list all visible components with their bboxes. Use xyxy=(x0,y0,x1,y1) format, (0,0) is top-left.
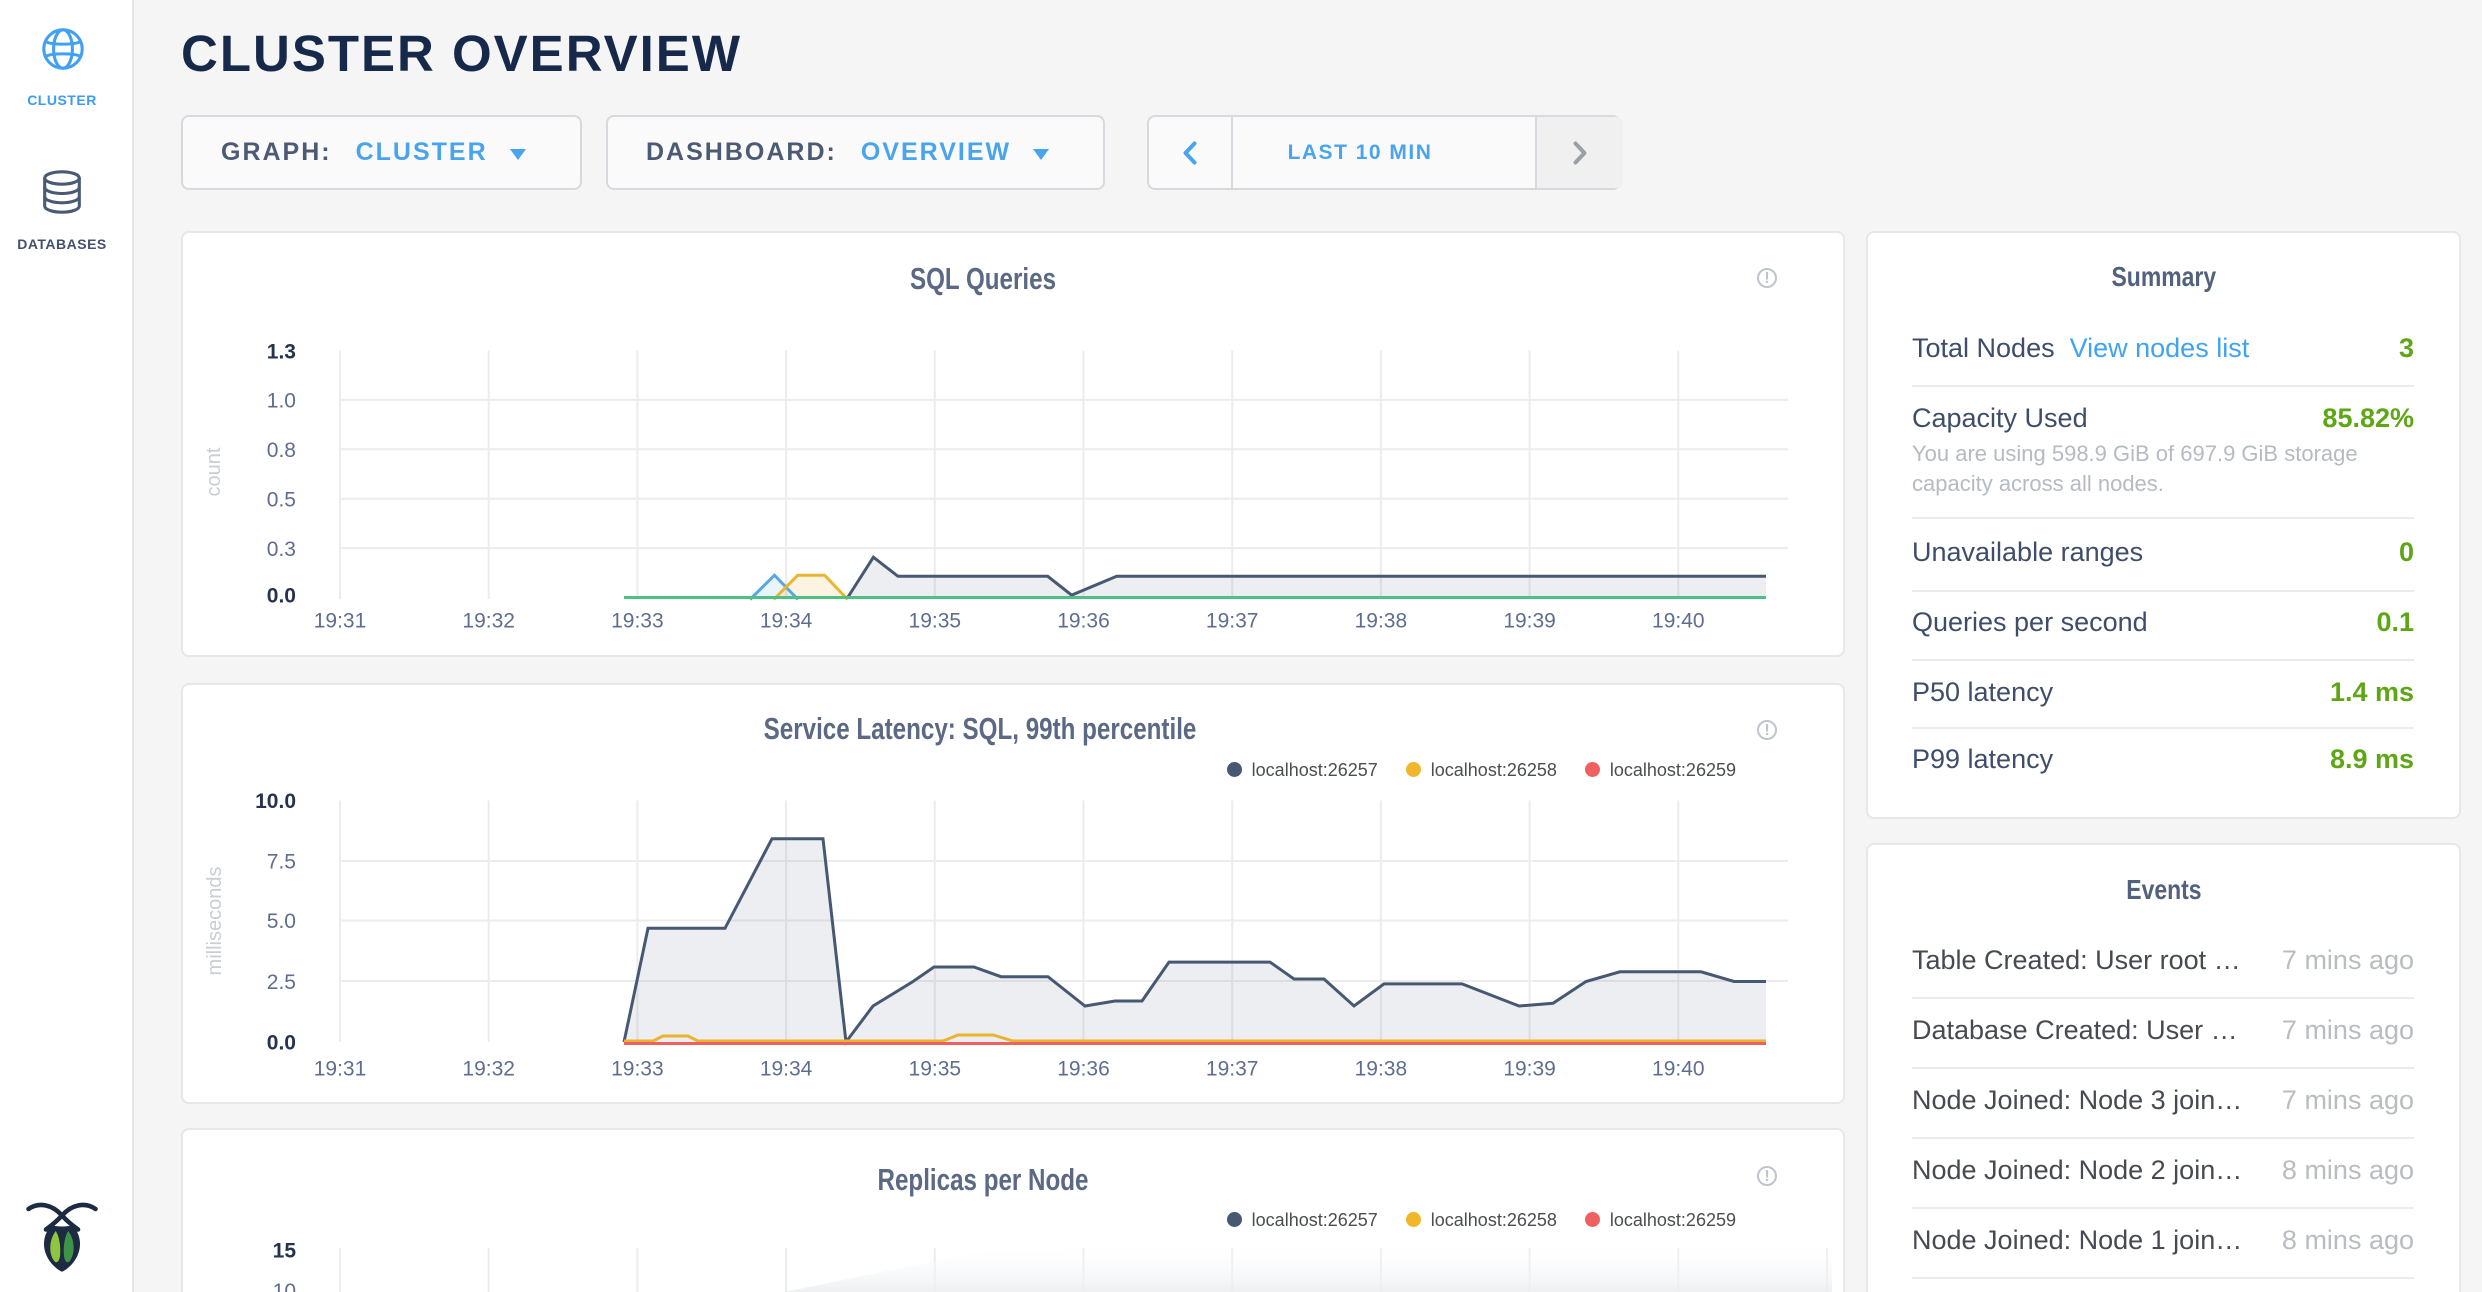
svg-text:19:32: 19:32 xyxy=(462,1058,515,1081)
svg-text:19:38: 19:38 xyxy=(1355,610,1408,633)
svg-text:0.0: 0.0 xyxy=(267,1032,296,1055)
svg-text:19:38: 19:38 xyxy=(1355,1058,1408,1081)
svg-text:19:36: 19:36 xyxy=(1057,1058,1110,1081)
svg-text:2.5: 2.5 xyxy=(267,971,296,994)
svg-text:10: 10 xyxy=(273,1280,296,1292)
svg-text:10.0: 10.0 xyxy=(255,790,296,813)
svg-text:0.0: 0.0 xyxy=(267,585,296,608)
svg-text:19:37: 19:37 xyxy=(1206,610,1259,633)
svg-text:19:33: 19:33 xyxy=(611,610,664,633)
svg-text:19:40: 19:40 xyxy=(1652,610,1705,633)
svg-text:19:35: 19:35 xyxy=(909,610,962,633)
svg-text:19:31: 19:31 xyxy=(314,1058,367,1081)
svg-text:19:36: 19:36 xyxy=(1057,610,1110,633)
svg-text:19:34: 19:34 xyxy=(760,610,813,633)
svg-text:milliseconds: milliseconds xyxy=(204,867,226,976)
svg-text:7.5: 7.5 xyxy=(267,851,296,874)
svg-text:19:33: 19:33 xyxy=(611,1058,664,1081)
svg-text:19:37: 19:37 xyxy=(1206,1058,1259,1081)
svg-text:0.5: 0.5 xyxy=(267,489,296,512)
svg-text:count: count xyxy=(203,447,225,496)
svg-text:19:32: 19:32 xyxy=(462,610,515,633)
svg-text:15: 15 xyxy=(273,1240,297,1263)
svg-text:19:34: 19:34 xyxy=(760,1058,813,1081)
svg-text:19:31: 19:31 xyxy=(314,610,367,633)
svg-text:0.8: 0.8 xyxy=(267,439,296,462)
svg-text:1.3: 1.3 xyxy=(267,341,296,364)
svg-text:19:35: 19:35 xyxy=(909,1058,962,1081)
svg-text:5.0: 5.0 xyxy=(267,910,296,933)
svg-text:1.0: 1.0 xyxy=(267,390,296,413)
svg-text:0.3: 0.3 xyxy=(267,538,296,561)
svg-text:19:40: 19:40 xyxy=(1652,1058,1705,1081)
svg-text:19:39: 19:39 xyxy=(1503,610,1556,633)
svg-text:19:39: 19:39 xyxy=(1503,1058,1556,1081)
